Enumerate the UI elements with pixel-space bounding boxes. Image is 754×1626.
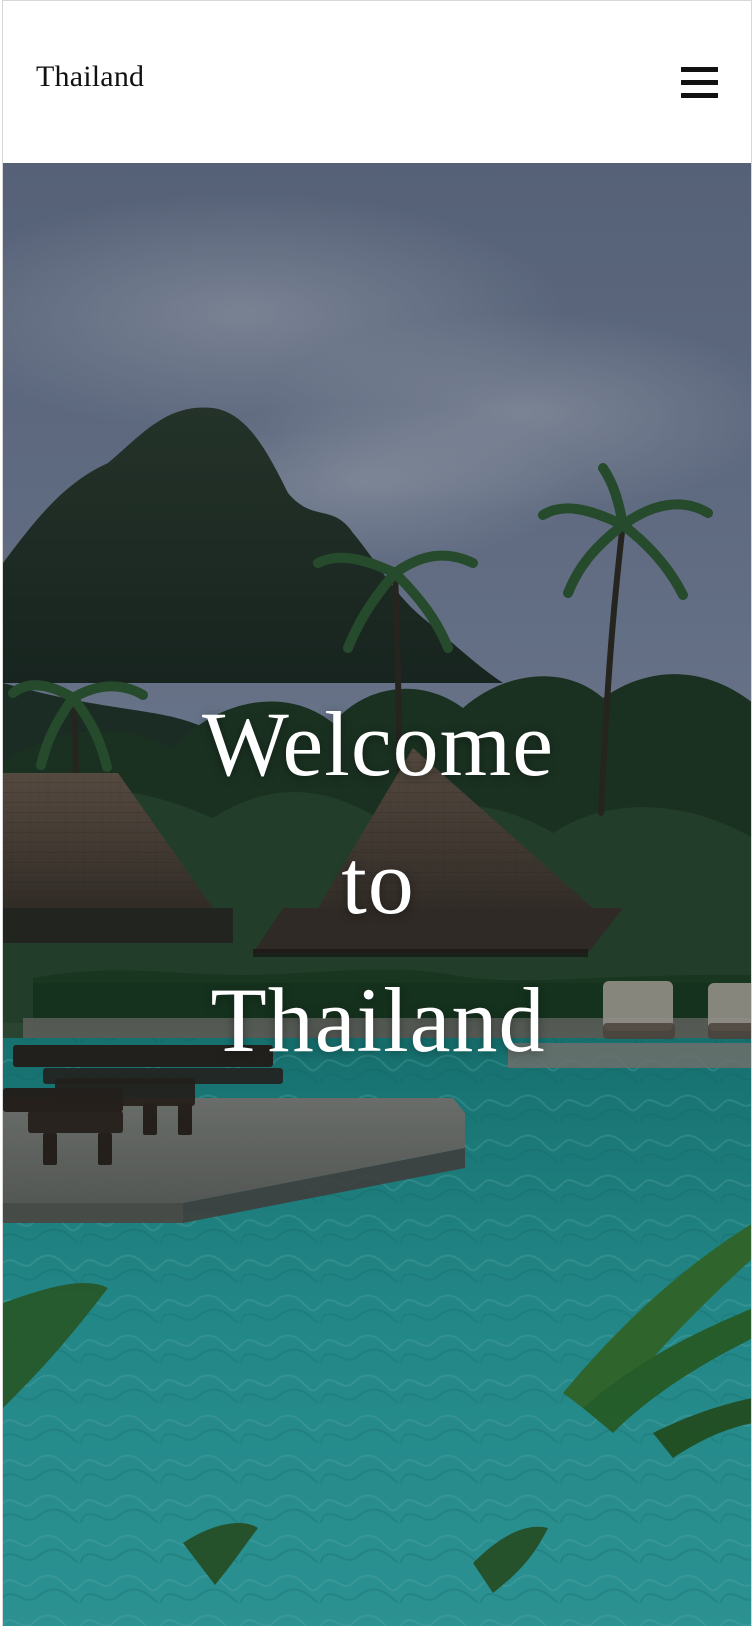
- hero-headline-line-1: Welcome: [201, 693, 555, 795]
- hero-headline-line-3: Thailand: [210, 969, 546, 1071]
- hero-section: Welcome to Thailand: [3, 163, 751, 1626]
- hamburger-menu-icon-bar-1: [681, 67, 718, 72]
- site-title[interactable]: Thailand: [36, 62, 144, 92]
- browser-frame: Thailand Welcome to Thailand: [2, 0, 752, 1626]
- hero-headline-line-2: to: [341, 831, 415, 933]
- hero-headline: Welcome to Thailand: [3, 693, 751, 1071]
- hamburger-menu-button[interactable]: [681, 65, 718, 100]
- page: Thailand Welcome to Thailand: [0, 0, 754, 1626]
- site-header: Thailand: [3, 1, 751, 163]
- hamburger-menu-icon-bar-3: [681, 93, 718, 98]
- hamburger-menu-icon-bar-2: [681, 80, 718, 85]
